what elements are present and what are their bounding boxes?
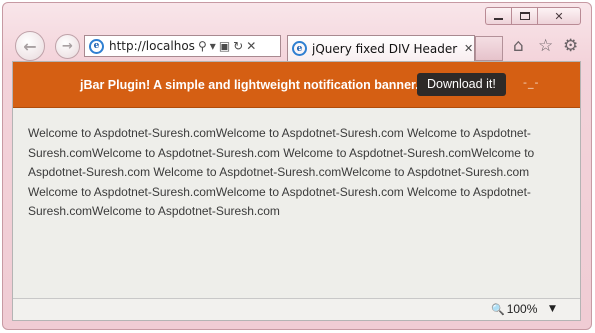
zoom-dropdown-icon[interactable]: ▼	[549, 304, 556, 314]
compatibility-view-icon[interactable]: ▣	[219, 39, 230, 53]
zoom-level: 100%	[506, 302, 538, 316]
star-icon[interactable]: ☆	[538, 36, 553, 56]
forward-arrow-icon: →	[62, 39, 73, 54]
zoom-control[interactable]: 🔍 100%	[491, 302, 537, 316]
page-content: jBar Plugin! A simple and lightweight no…	[12, 61, 581, 321]
zoom-icon: 🔍	[491, 303, 505, 316]
search-icon[interactable]: ⚲	[198, 39, 207, 53]
minimize-button[interactable]	[485, 7, 511, 25]
home-icon[interactable]: ⌂	[513, 36, 524, 56]
tab-title: jQuery fixed DIV Header N...	[312, 41, 462, 56]
tab-jquery-fixed-div[interactable]: e jQuery fixed DIV Header N... ✕	[287, 35, 475, 61]
caption-buttons: ✕	[485, 7, 581, 25]
forward-button[interactable]: →	[55, 34, 80, 59]
close-window-button[interactable]: ✕	[537, 7, 581, 25]
browser-window: ✕ ← → e http://localhost: ⚲ ▾ ▣ ↻ ✕ e jQ…	[2, 2, 592, 330]
refresh-icon[interactable]: ↻	[233, 39, 243, 53]
close-icon: ✕	[554, 9, 564, 23]
tab-close-icon[interactable]: ✕	[464, 42, 473, 55]
back-arrow-icon: ←	[23, 36, 37, 56]
page-body-text: Welcome to Aspdotnet-Suresh.comWelcome t…	[28, 126, 535, 219]
tab-ie-icon: e	[292, 41, 307, 56]
maximize-button[interactable]	[511, 7, 537, 25]
address-url[interactable]: http://localhost:	[109, 39, 195, 53]
notification-banner: jBar Plugin! A simple and lightweight no…	[13, 62, 580, 108]
maximize-icon	[519, 12, 530, 20]
minimize-icon	[494, 18, 503, 20]
stop-icon[interactable]: ✕	[246, 39, 256, 53]
new-tab-button[interactable]	[475, 36, 503, 61]
hide-banner-icon[interactable]: -_-	[523, 76, 539, 89]
address-dropdown-icon[interactable]: ▾	[210, 39, 216, 53]
gear-icon[interactable]: ⚙	[563, 36, 578, 56]
download-button[interactable]: Download it!	[417, 73, 506, 96]
ie-page-icon: e	[89, 38, 104, 54]
address-bar[interactable]: e http://localhost: ⚲ ▾ ▣ ↻ ✕	[84, 35, 281, 57]
back-button[interactable]: ←	[15, 31, 45, 61]
status-bar: 🔍 100% ▼	[13, 298, 580, 320]
banner-text: jBar Plugin! A simple and lightweight no…	[80, 78, 419, 92]
